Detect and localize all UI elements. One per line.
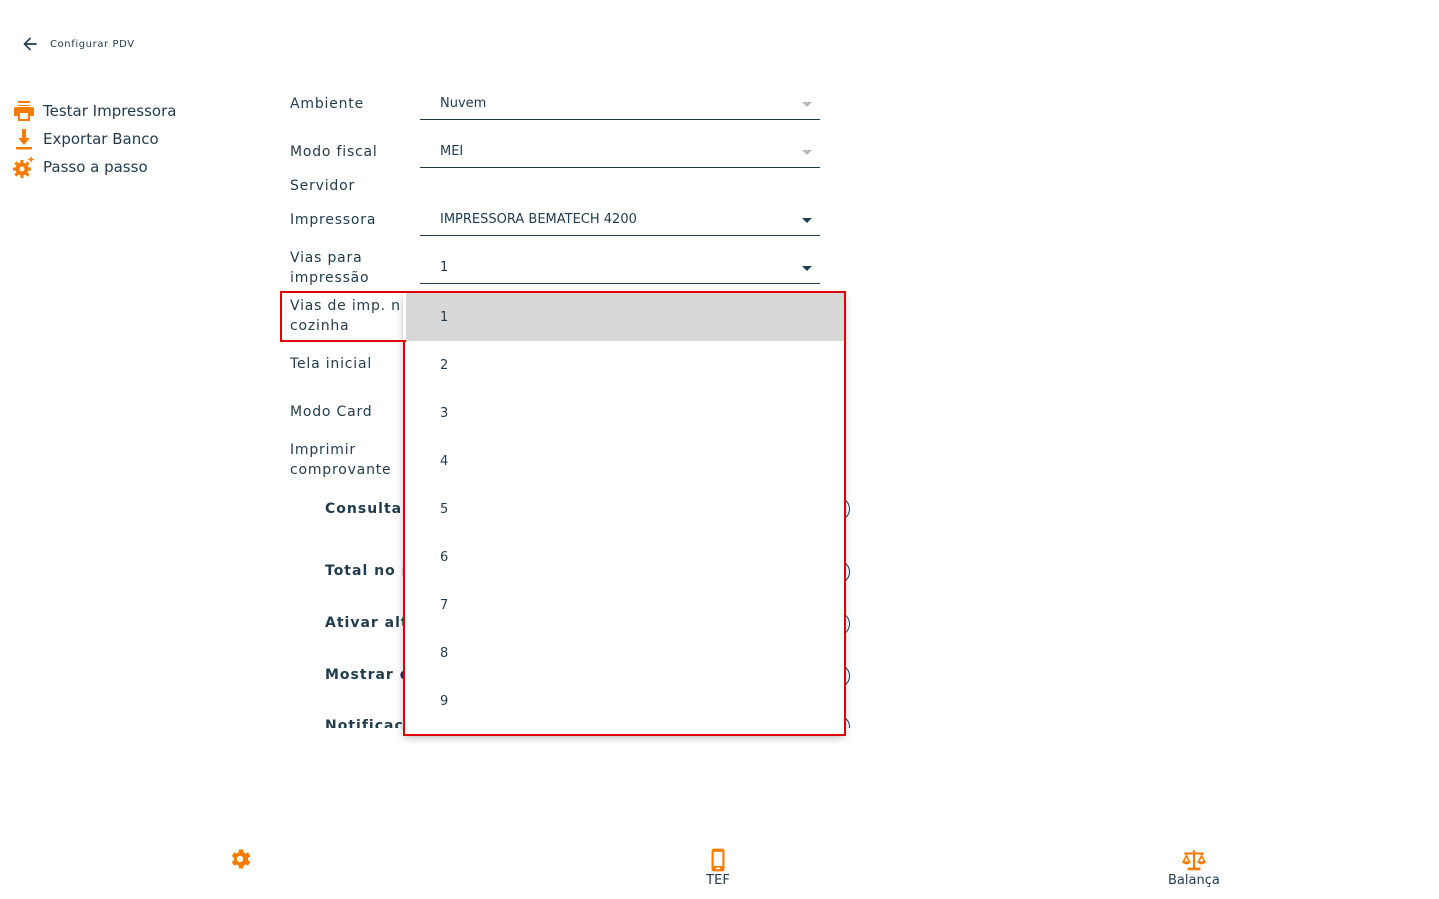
ambiente-value: Nuvem [440, 96, 487, 111]
modo-fiscal-select[interactable]: MEI [420, 140, 820, 168]
chevron-down-icon [802, 150, 812, 155]
gear-icon [231, 849, 251, 869]
step-by-step-label: Passo a passo [43, 158, 148, 176]
imprimir-comprovante-label: Imprimir comprovante [290, 440, 391, 480]
sidebar-actions: Testar Impressora Exportar Banco Passo a… [12, 97, 176, 181]
export-database-label: Exportar Banco [43, 130, 159, 148]
toggle-label-notificacoes: Notificaçõ [325, 718, 415, 728]
modo-fiscal-value: MEI [440, 144, 464, 159]
servidor-label: Servidor [290, 178, 356, 194]
export-database-button[interactable]: Exportar Banco [12, 125, 176, 153]
modo-fiscal-label: Modo fiscal [290, 144, 378, 160]
nav-settings[interactable] [227, 846, 253, 872]
scale-icon [1181, 850, 1207, 871]
toggle-label-total: Total no r [325, 563, 410, 579]
printer-icon [14, 101, 34, 121]
vias-impressao-select[interactable]: 1 [420, 256, 820, 284]
test-printer-label: Testar Impressora [43, 102, 177, 120]
nav-tef[interactable]: TEF [705, 847, 731, 888]
impressora-label: Impressora [290, 212, 377, 228]
vias-impressao-value: 1 [440, 260, 449, 275]
vias-impressao-label-line1: Vias para [290, 250, 363, 266]
impressora-select[interactable]: IMPRESSORA BEMATECH 4200 [420, 208, 820, 236]
highlight-box-dropdown [403, 291, 846, 736]
test-printer-button[interactable]: Testar Impressora [12, 97, 176, 125]
gear-sparkle-icon [13, 156, 35, 178]
modo-card-label: Modo Card [290, 404, 373, 420]
vias-impressao-label: Vias para impressão [290, 248, 369, 288]
tela-inicial-label: Tela inicial [290, 356, 373, 372]
page-title: Configurar PDV [50, 38, 135, 50]
chevron-down-icon [802, 266, 812, 271]
highlight-box-label-edge [280, 291, 406, 342]
ambiente-select[interactable]: Nuvem [420, 92, 820, 120]
chevron-down-icon [802, 102, 812, 107]
nav-tef-label: TEF [706, 873, 730, 888]
toggle-label-consultar: Consultar [325, 501, 411, 517]
vias-impressao-label-line2: impressão [290, 270, 370, 286]
download-icon [16, 129, 32, 150]
ambiente-label: Ambiente [290, 96, 364, 112]
header-bar: Configurar PDV [20, 34, 135, 54]
nav-balanca-label: Balança [1168, 873, 1220, 888]
toggle-label-mostrar: Mostrar d [325, 667, 411, 683]
chevron-down-icon [802, 218, 812, 223]
impressora-value: IMPRESSORA BEMATECH 4200 [440, 212, 637, 227]
phone-icon [711, 848, 725, 872]
imprimir-comprovante-line2: comprovante [290, 462, 392, 478]
arrow-left-icon[interactable] [20, 34, 40, 54]
step-by-step-button[interactable]: Passo a passo [12, 153, 176, 181]
toggle-label-ativar: Ativar alt [325, 615, 409, 631]
imprimir-comprovante-line1: Imprimir [290, 442, 356, 458]
nav-balanca[interactable]: Balança [1168, 847, 1220, 888]
